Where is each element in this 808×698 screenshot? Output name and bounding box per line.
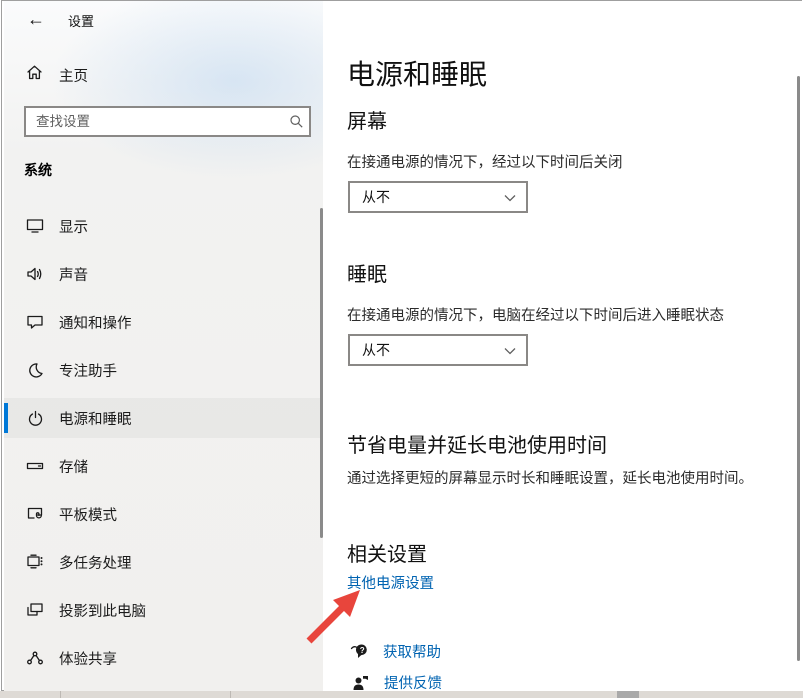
battery-section-description: 通过选择更短的屏幕显示时长和睡眠设置，延长电池使用时间。 [347, 467, 753, 488]
sidebar-group-system: 系统 [24, 160, 52, 180]
search-box [24, 106, 311, 137]
sidebar-item-label: 主页 [59, 65, 88, 86]
screen: 主页 系统 显示 声音 [0, 0, 808, 698]
sidebar-item-label: 电源和睡眠 [59, 408, 132, 429]
home-icon [26, 64, 43, 86]
screen-timeout-value: 从不 [362, 187, 390, 207]
sidebar-item-power-sleep[interactable]: 电源和睡眠 [4, 398, 323, 438]
sidebar-item-multitasking[interactable]: 多任务处理 [4, 542, 323, 582]
sidebar-item-home[interactable]: 主页 [4, 59, 323, 91]
sidebar-item-sound[interactable]: 声音 [4, 254, 323, 294]
sidebar-item-shared-experiences[interactable]: 体验共享 [4, 638, 323, 678]
sleep-section-description: 在接通电源的情况下，电脑在经过以下时间后进入睡眠状态 [347, 304, 724, 325]
sidebar-item-label: 存储 [59, 456, 88, 477]
sidebar-item-storage[interactable]: 存储 [4, 446, 323, 486]
screen-section-heading: 屏幕 [347, 105, 387, 134]
tablet-mode-icon [26, 506, 44, 522]
sidebar-item-label: 声音 [59, 264, 88, 285]
sidebar-item-focus-assist[interactable]: 专注助手 [4, 350, 323, 390]
feedback-icon [350, 675, 370, 691]
shared-experiences-icon [26, 650, 44, 666]
power-sleep-icon [26, 410, 44, 427]
main-content: 电源和睡眠 屏幕 在接通电源的情况下，经过以下时间后关闭 从不 睡眠 在接通电源… [323, 1, 804, 691]
get-help-icon: ? [349, 643, 369, 660]
background-scrollbar-fragment [617, 691, 639, 698]
chevron-down-icon [504, 189, 516, 205]
sidebar-item-label: 平板模式 [59, 504, 117, 525]
chevron-down-icon [504, 342, 516, 358]
projecting-icon [26, 602, 44, 618]
screen-timeout-dropdown[interactable]: 从不 [348, 181, 528, 213]
screen-section-description: 在接通电源的情况下，经过以下时间后关闭 [347, 151, 623, 172]
sound-icon [26, 266, 44, 282]
get-help-label: 获取帮助 [383, 641, 441, 662]
sidebar-item-display[interactable]: 显示 [4, 206, 323, 246]
selected-accent-bar [4, 403, 8, 433]
sidebar-item-label: 专注助手 [59, 360, 117, 381]
sleep-timeout-dropdown[interactable]: 从不 [348, 334, 528, 366]
sidebar-item-tablet-mode[interactable]: 平板模式 [4, 494, 323, 534]
battery-section-heading: 节省电量并延长电池使用时间 [347, 429, 607, 458]
other-power-settings-link[interactable]: 其他电源设置 [347, 572, 434, 593]
display-icon [26, 218, 44, 234]
search-input[interactable] [26, 108, 283, 135]
sidebar-item-notifications[interactable]: 通知和操作 [4, 302, 323, 342]
page-title: 电源和睡眠 [347, 53, 487, 93]
storage-icon [26, 458, 44, 474]
background-divider [60, 691, 61, 698]
sidebar-item-label: 通知和操作 [59, 312, 132, 333]
multitasking-icon [26, 554, 44, 570]
focus-assist-icon [26, 362, 44, 379]
sidebar-item-label: 多任务处理 [59, 552, 132, 573]
sidebar-item-projecting[interactable]: 投影到此电脑 [4, 590, 323, 630]
back-button[interactable]: ← [14, 1, 58, 37]
content-scrollbar[interactable] [797, 76, 800, 661]
search-icon[interactable] [283, 114, 309, 129]
sidebar-item-label: 显示 [59, 216, 88, 237]
get-help-link[interactable]: ? 获取帮助 [349, 641, 441, 662]
sidebar: 主页 系统 显示 声音 [4, 1, 323, 691]
background-divider [230, 691, 231, 698]
sidebar-item-label: 投影到此电脑 [59, 600, 146, 621]
notifications-icon [26, 314, 44, 330]
sidebar-item-label: 体验共享 [59, 648, 117, 669]
related-settings-heading: 相关设置 [347, 538, 427, 567]
svg-text:?: ? [359, 646, 364, 655]
sleep-timeout-value: 从不 [362, 340, 390, 360]
feedback-link[interactable]: 提供反馈 [350, 672, 442, 693]
window-title: 设置 [68, 11, 94, 30]
settings-window: 主页 系统 显示 声音 [1, 0, 802, 691]
feedback-label: 提供反馈 [384, 672, 442, 693]
sleep-section-heading: 睡眠 [347, 258, 387, 287]
